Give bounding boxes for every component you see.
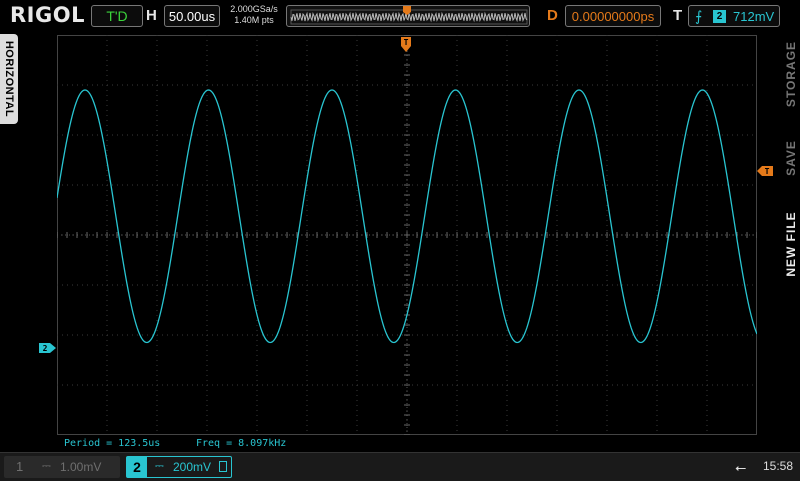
channel-1-number: 1 <box>16 459 24 474</box>
brand-logo: RIGOL <box>10 3 85 27</box>
right-softkey-labels: STORAGE SAVE NEW FILE <box>782 34 800 284</box>
waveform-display[interactable] <box>56 34 758 436</box>
channel-1-scale: 1.00mV <box>60 460 102 474</box>
bottom-channel-bar: 1 ⎓ 1.00mV 2 ⎓ 200mV ⭠ <box>0 452 800 481</box>
channel-2-scale: 200mV <box>173 460 212 474</box>
waveform-graticule <box>56 34 758 436</box>
trigger-level-marker: T <box>757 166 773 176</box>
channel-2-bandwidth-icon <box>219 461 227 472</box>
trigger-status-indicator[interactable]: T'D <box>91 5 143 27</box>
trigger-delay-value[interactable]: 0.00000000ps <box>565 5 661 27</box>
channel-1-button[interactable]: 1 ⎓ 1.00mV <box>4 456 120 478</box>
channel-2-number: 2 <box>127 457 147 477</box>
channel-2-coupling-icon: ⎓ <box>155 460 164 472</box>
sample-rate: 2.000GSa/s <box>230 4 278 14</box>
storage-tab[interactable]: STORAGE <box>784 41 798 107</box>
svg-text:T: T <box>765 167 770 176</box>
save-tab[interactable]: SAVE <box>784 140 798 176</box>
channel-1-coupling-icon: ⎓ <box>42 460 51 472</box>
period-measurement: Period = 123.5us <box>64 438 161 449</box>
horizontal-menu-tab[interactable]: HORIZONTAL <box>0 34 18 124</box>
channel-2-ground-marker: 2 <box>39 343 56 353</box>
top-status-bar: RIGOL T'D H 50.00us 2.000GSa/s 1.40M pts… <box>0 0 800 32</box>
horizontal-label: H <box>146 7 157 24</box>
memory-trigger-marker <box>403 6 411 15</box>
trigger-label: T <box>673 7 683 24</box>
horizontal-tab-label: HORIZONTAL <box>3 40 15 118</box>
memory-depth: 1.40M pts <box>234 15 274 25</box>
timebase-value[interactable]: 50.00us <box>164 5 220 27</box>
clock: 15:58 <box>763 459 794 473</box>
new-file-tab[interactable]: NEW FILE <box>784 211 798 276</box>
frequency-measurement: Freq = 8.097kHz <box>196 438 287 449</box>
acquisition-info: 2.000GSa/s 1.40M pts <box>228 4 280 26</box>
svg-text:2: 2 <box>43 344 48 353</box>
channel-2-button[interactable]: 2 ⎓ 200mV <box>126 456 232 478</box>
trigger-level-value: 712mV <box>733 9 775 24</box>
memory-overview-strip[interactable] <box>286 5 530 27</box>
memory-overview-waveform <box>290 6 528 25</box>
trigger-source-badge: 2 <box>713 10 726 23</box>
trigger-settings[interactable]: ⨍ 2 712mV <box>688 5 780 27</box>
usb-icon: ⭠ <box>735 459 747 475</box>
rising-edge-icon: ⨍ <box>695 8 703 24</box>
delay-label: D <box>547 7 558 24</box>
